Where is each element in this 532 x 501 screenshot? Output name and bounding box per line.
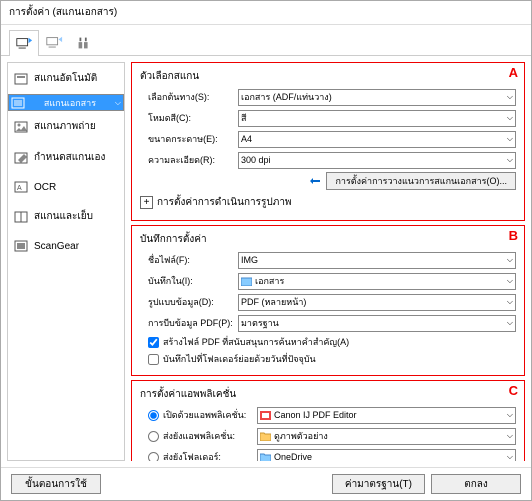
sidebar-item-4[interactable]: A OCR [8, 173, 124, 201]
save-settings-group: B บันทึกการตั้งค่า ชื่อไฟล์(F):IMG บันทึ… [131, 225, 525, 376]
source-select[interactable]: เอกสาร (ADF/แท่นวาง) [238, 89, 516, 106]
folder-icon [241, 277, 252, 286]
tab-scan-from-panel[interactable] [39, 29, 69, 55]
instructions-button[interactable]: ขั้นตอนการใช้ [11, 474, 101, 494]
app-radio-1[interactable]: ส่งยังแอพพลิเคชั่น: [140, 429, 257, 443]
app-select-0[interactable]: Canon IJ PDF Editor [257, 407, 516, 424]
resolution-select[interactable]: 300 dpi [238, 152, 516, 169]
format-select[interactable]: PDF (หลายหน้า) [238, 294, 516, 311]
sidebar-icon [11, 97, 25, 109]
ok-button[interactable]: ตกลง [431, 474, 521, 494]
filename-label: ชื่อไฟล์(F): [140, 253, 238, 267]
defaults-button[interactable]: ค่ามาตรฐาน(T) [332, 474, 425, 494]
sidebar-item-2[interactable]: สแกนภาพถ่าย [8, 111, 124, 142]
app-radio-0[interactable]: เปิดด้วยแอพพลิเคชั่น: [140, 408, 257, 422]
orientation-settings-button[interactable]: การตั้งค่าการวางแนวการสแกนเอกสาร(O)... [326, 172, 516, 190]
sidebar-item-label: OCR [34, 182, 56, 193]
group-letter-a: A [509, 65, 518, 80]
sidebar-item-1[interactable]: สแกนเอกสาร [8, 94, 124, 111]
svg-text:A: A [17, 185, 22, 192]
sidebar: สแกนอัตโนมัติสแกนเอกสารสแกนภาพถ่ายกำหนดส… [7, 62, 125, 461]
tab-general-settings[interactable] [69, 29, 99, 55]
sidebar-icon [14, 73, 28, 85]
format-label: รูปแบบข้อมูล(D): [140, 295, 238, 309]
tab-scan-from-pc[interactable] [9, 30, 39, 56]
savein-label: บันทึกใน(I): [140, 274, 238, 288]
sidebar-item-label: ScanGear [34, 241, 79, 252]
sidebar-item-6[interactable]: ScanGear [8, 232, 124, 260]
color-mode-label: โหมดสี(C): [140, 111, 238, 125]
app-radio-2[interactable]: ส่งยังโฟลเดอร์: [140, 450, 257, 461]
save-settings-title: บันทึกการตั้งค่า [140, 232, 516, 247]
app-select-2[interactable]: OneDrive [257, 449, 516, 462]
sidebar-item-label: สแกนเอกสาร [44, 96, 96, 110]
app-select-1[interactable]: ดูภาพตัวอย่าง [257, 428, 516, 445]
app-radio-label: เปิดด้วยแอพพลิเคชั่น: [163, 408, 257, 422]
sidebar-item-0[interactable]: สแกนอัตโนมัติ [8, 63, 124, 94]
app-settings-title: การตั้งค่าแอพพลิเคชั่น [140, 387, 516, 402]
sidebar-item-label: สแกนและเย็บ [34, 209, 93, 224]
sidebar-item-label: สแกนภาพถ่าย [34, 119, 96, 134]
sidebar-item-5[interactable]: สแกนและเย็บ [8, 201, 124, 232]
sidebar-item-3[interactable]: กำหนดสแกนเอง [8, 142, 124, 173]
sidebar-icon [14, 240, 28, 252]
folder-y-icon [260, 432, 271, 441]
save-subfolder-date-checkbox[interactable]: บันทึกไปที่โฟลเดอร์ย่อยด้วยวันที่ปัจจุบั… [140, 352, 516, 366]
sidebar-icon [14, 121, 28, 133]
return-arrow-icon [308, 176, 322, 186]
window-title: การตั้งค่า (สแกนเอกสาร) [1, 1, 531, 25]
filename-select[interactable]: IMG [238, 252, 516, 269]
folder-b-icon [260, 453, 271, 462]
scan-options-group: A ตัวเลือกสแกน เลือกต้นทาง(S):เอกสาร (AD… [131, 62, 525, 221]
savein-select[interactable]: เอกสาร [238, 273, 516, 290]
searchable-pdf-checkbox[interactable]: สร้างไฟล์ PDF ที่สนับสนุนการค้นหาคำสำคัญ… [140, 335, 516, 349]
scan-options-title: ตัวเลือกสแกน [140, 69, 516, 84]
color-mode-select[interactable]: สี [238, 110, 516, 127]
app-settings-group: C การตั้งค่าแอพพลิเคชั่น เปิดด้วยแอพพลิเ… [131, 380, 525, 461]
expand-image-processing[interactable]: + [140, 196, 153, 209]
image-processing-label: การตั้งค่าการดำเนินการรูปภาพ [157, 195, 292, 210]
sidebar-item-label: กำหนดสแกนเอง [34, 150, 105, 165]
paper-size-select[interactable]: A4 [238, 131, 516, 148]
source-label: เลือกต้นทาง(S): [140, 90, 238, 104]
group-letter-b: B [509, 228, 518, 243]
app-radio-label: ส่งยังแอพพลิเคชั่น: [163, 429, 257, 443]
sidebar-icon [14, 152, 28, 164]
sidebar-icon: A [14, 181, 28, 193]
resolution-label: ความละเอียด(R): [140, 153, 238, 167]
app-icon [260, 411, 271, 420]
paper-size-label: ขนาดกระดาษ(E): [140, 132, 238, 146]
pdf-compression-label: การบีบข้อมูล PDF(P): [140, 316, 238, 330]
sidebar-item-label: สแกนอัตโนมัติ [34, 71, 97, 86]
app-radio-label: ส่งยังโฟลเดอร์: [163, 450, 257, 461]
group-letter-c: C [509, 383, 518, 398]
sidebar-icon [14, 211, 28, 223]
top-tabs [1, 25, 531, 56]
pdf-compression-select[interactable]: มาตรฐาน [238, 315, 516, 332]
